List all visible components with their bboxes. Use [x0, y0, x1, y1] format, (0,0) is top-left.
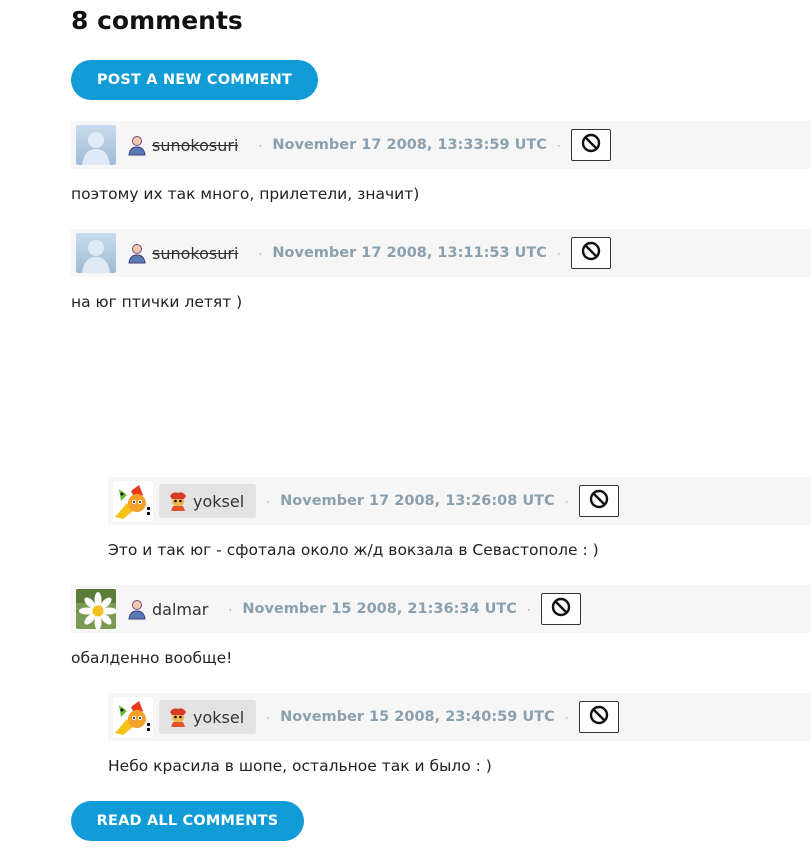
user-link[interactable]: yoksel	[159, 484, 257, 518]
ban-icon	[589, 705, 609, 730]
separator-dot: ·	[258, 246, 263, 260]
comment-header: dalmar · November 15 2008, 21:36:34 UTC …	[71, 585, 811, 633]
daisy-avatar-icon[interactable]	[76, 589, 116, 629]
read-all-comments-button[interactable]: READ ALL COMMENTS	[71, 801, 304, 841]
comment-text: поэтому их так много, прилетели, значит)	[71, 185, 420, 203]
comment-date-link[interactable]: November 17 2008, 13:11:53 UTC	[272, 245, 547, 261]
comment: dalmar · November 15 2008, 21:36:34 UTC …	[71, 585, 811, 675]
separator-dot: ·	[266, 494, 271, 508]
comment-reply: yoksel · November 17 2008, 13:26:08 UTC …	[108, 477, 811, 567]
custom-userpic-icon	[167, 490, 189, 512]
default-avatar-icon[interactable]	[76, 125, 116, 165]
comment-date-link[interactable]: November 17 2008, 13:33:59 UTC	[272, 137, 547, 153]
separator-dot: ·	[228, 602, 233, 616]
separator-dot: ·	[564, 710, 569, 724]
username[interactable]: sunokosuri	[152, 136, 238, 155]
comment-text: Это и так юг - сфотала около ж/д вокзала…	[108, 541, 599, 559]
separator-dot: ·	[266, 710, 271, 724]
comment-text: Небо красила в шопе, остальное так и был…	[108, 757, 492, 775]
ban-icon	[551, 597, 571, 622]
person-icon	[126, 134, 148, 156]
comment-date-link[interactable]: November 17 2008, 13:26:08 UTC	[280, 493, 555, 509]
default-avatar-icon[interactable]	[76, 233, 116, 273]
ban-icon	[581, 133, 601, 158]
comment-header: yoksel · November 17 2008, 13:26:08 UTC …	[108, 477, 811, 525]
cartoon-avatar-icon[interactable]	[113, 481, 153, 521]
person-icon	[126, 598, 148, 620]
username[interactable]: dalmar	[152, 600, 208, 619]
separator-dot: ·	[564, 494, 569, 508]
comment-header: sunokosuri · November 17 2008, 13:11:53 …	[71, 229, 811, 277]
comment-text: обалденно вообще!	[71, 649, 233, 667]
ban-icon	[581, 241, 601, 266]
comment: sunokosuri · November 17 2008, 13:11:53 …	[71, 229, 811, 319]
user-link[interactable]: sunokosuri	[126, 128, 248, 162]
ban-button[interactable]	[578, 485, 619, 517]
separator-dot: ·	[258, 138, 263, 152]
ban-button[interactable]	[578, 701, 619, 733]
ban-button[interactable]	[570, 237, 611, 269]
custom-userpic-icon	[167, 706, 189, 728]
separator-dot: ·	[556, 138, 561, 152]
ban-button[interactable]	[540, 593, 581, 625]
ban-button[interactable]	[570, 129, 611, 161]
cartoon-avatar-icon[interactable]	[113, 697, 153, 737]
ban-icon	[589, 489, 609, 514]
comment-header: yoksel · November 15 2008, 23:40:59 UTC …	[108, 693, 811, 741]
user-link[interactable]: dalmar	[126, 592, 218, 626]
comment-reply: yoksel · November 15 2008, 23:40:59 UTC …	[108, 693, 811, 783]
username[interactable]: yoksel	[193, 708, 244, 727]
separator-dot: ·	[526, 602, 531, 616]
separator-dot: ·	[556, 246, 561, 260]
comment-header: sunokosuri · November 17 2008, 13:33:59 …	[71, 121, 811, 169]
user-link[interactable]: yoksel	[159, 700, 257, 734]
comment-date-link[interactable]: November 15 2008, 23:40:59 UTC	[280, 709, 555, 725]
username[interactable]: sunokosuri	[152, 244, 238, 263]
username[interactable]: yoksel	[193, 492, 244, 511]
comment-date-link[interactable]: November 15 2008, 21:36:34 UTC	[242, 601, 517, 617]
comment-text: на юг птички летят )	[71, 293, 243, 311]
comment: sunokosuri · November 17 2008, 13:33:59 …	[71, 121, 811, 211]
post-new-comment-button[interactable]: POST A NEW COMMENT	[71, 60, 318, 100]
comments-title: 8 comments	[71, 6, 243, 35]
person-icon	[126, 242, 148, 264]
user-link[interactable]: sunokosuri	[126, 236, 248, 270]
